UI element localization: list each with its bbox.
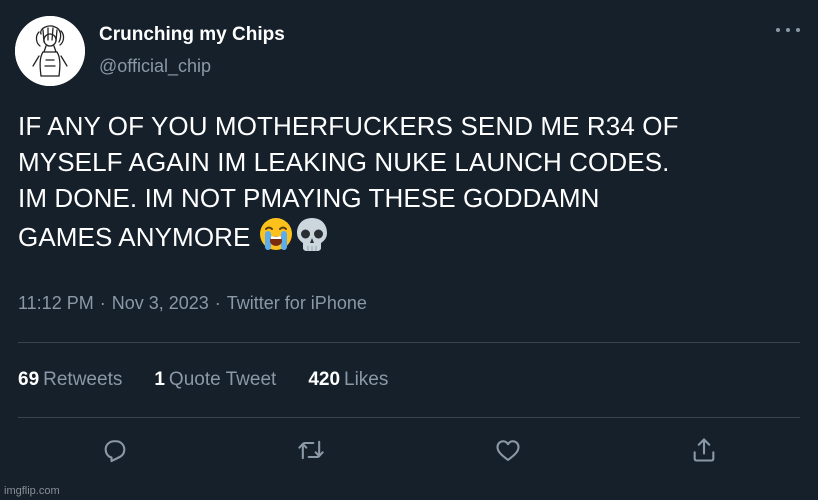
tweet-text-line: MYSELF AGAIN IM LEAKING NUKE LAUNCH CODE… (18, 147, 670, 177)
avatar[interactable] (15, 16, 85, 86)
skull-icon (294, 216, 330, 252)
retweet-icon[interactable] (297, 436, 325, 464)
likes-label: Likes (344, 369, 389, 390)
tweet-source[interactable]: Twitter for iPhone (227, 293, 367, 313)
tweet-date[interactable]: Nov 3, 2023 (112, 293, 209, 313)
sketch-portrait-icon (15, 16, 85, 86)
divider (18, 342, 800, 343)
tweet-card: Crunching my Chips @official_chip IF ANY… (0, 0, 818, 500)
quote-tweets-label: Quote Tweet (168, 369, 277, 390)
likes-stat[interactable]: 420 Likes (308, 369, 388, 391)
retweets-label: Retweets (43, 369, 123, 390)
quote-tweets-count: 1 (154, 369, 165, 390)
watermark: imgflip.com (4, 485, 60, 497)
tweet-text-line: GAMES ANYMORE (18, 222, 251, 252)
retweets-stat[interactable]: 69 Retweets (18, 369, 122, 391)
retweets-count: 69 (18, 369, 40, 390)
loudly-crying-face-icon (258, 216, 294, 252)
quote-tweets-stat[interactable]: 1 Quote Tweet (154, 369, 276, 391)
engagement-stats: 69 Retweets 1 Quote Tweet 420 Likes (18, 369, 420, 391)
tweet-text-line: IF ANY OF YOU MOTHERFUCKERS SEND ME R34 … (18, 111, 679, 141)
user-handle[interactable]: @official_chip (99, 56, 211, 77)
tweet-text-last-line: GAMES ANYMORE (18, 216, 798, 255)
likes-count: 420 (308, 369, 341, 390)
reply-icon[interactable] (101, 436, 129, 464)
share-icon[interactable] (690, 436, 718, 464)
tweet-time[interactable]: 11:12 PM (18, 293, 94, 313)
divider (18, 417, 800, 418)
meta-separator: · (99, 293, 106, 313)
display-name[interactable]: Crunching my Chips (99, 24, 285, 46)
more-options-icon[interactable] (776, 24, 800, 36)
meta-separator: · (214, 293, 221, 313)
tweet-meta: 11:12 PM · Nov 3, 2023 · Twitter for iPhone (18, 293, 367, 314)
like-icon[interactable] (494, 436, 522, 464)
tweet-text-line: IM DONE. IM NOT PMAYING THESE GODDAMN (18, 183, 600, 213)
tweet-text: IF ANY OF YOU MOTHERFUCKERS SEND ME R34 … (18, 108, 798, 255)
